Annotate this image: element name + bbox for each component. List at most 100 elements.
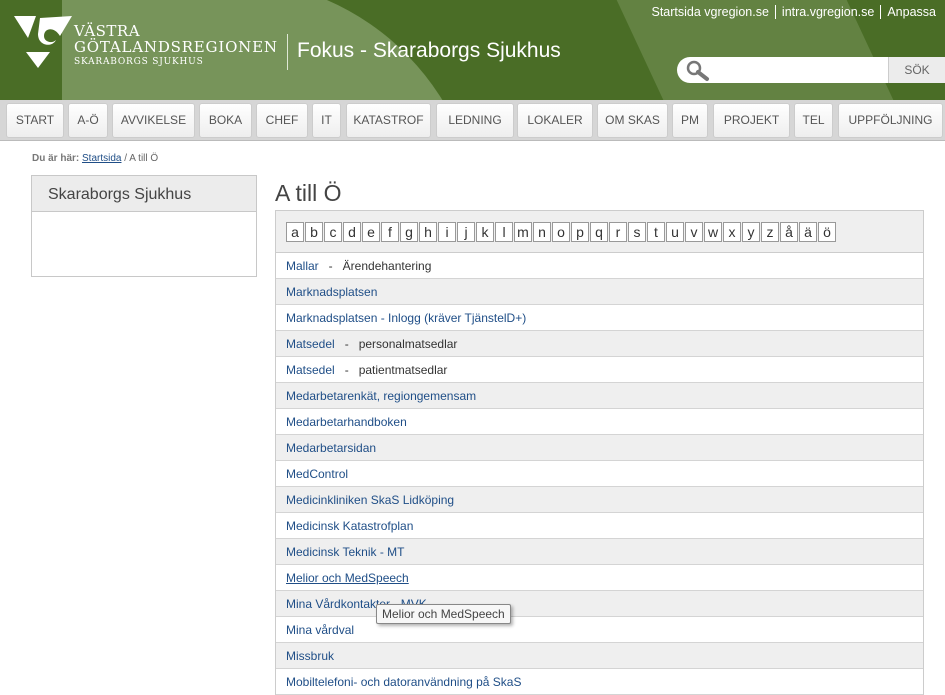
letter-c[interactable]: c <box>324 222 342 242</box>
nav-avvikelse[interactable]: AVVIKELSE <box>112 103 195 138</box>
list-item: Marknadsplatsen - Inlogg (kräver Tjänste… <box>276 305 923 331</box>
list-item: Matsedel - patientmatsedlar <box>276 357 923 383</box>
nav-tel[interactable]: TEL <box>794 103 833 138</box>
letter-r[interactable]: r <box>609 222 627 242</box>
letter-bar: abcdefghijklmnopqrstuvwxyzåäö <box>276 211 923 253</box>
list-item: Medicinsk Katastrofplan <box>276 513 923 539</box>
nav-ledning[interactable]: LEDNING <box>436 103 514 138</box>
list-item: Medarbetarhandboken <box>276 409 923 435</box>
page-title: A till Ö <box>275 180 342 206</box>
main-nav: START A-Ö AVVIKELSE BOKA CHEF IT KATASTR… <box>0 100 945 141</box>
search-button[interactable]: SÖK <box>888 57 945 83</box>
item-link[interactable]: MedControl <box>286 467 348 481</box>
letter-v[interactable]: v <box>685 222 703 242</box>
letter-j[interactable]: j <box>457 222 475 242</box>
item-link[interactable]: Medarbetarhandboken <box>286 415 407 429</box>
letter-p[interactable]: p <box>571 222 589 242</box>
list-item: Missbruk <box>276 643 923 669</box>
letter-i[interactable]: i <box>438 222 456 242</box>
breadcrumb-home-link[interactable]: Startsida <box>82 153 121 164</box>
item-link[interactable]: Mallar <box>286 259 319 273</box>
letter-m[interactable]: m <box>514 222 532 242</box>
logo-subtext: SKARABORGS SJUKHUS <box>74 57 204 67</box>
nav-uppfoljning[interactable]: UPPFÖLJNING <box>838 103 943 138</box>
link-intra-vgregion[interactable]: intra.vgregion.se <box>774 5 880 19</box>
letter-x[interactable]: x <box>723 222 741 242</box>
letter-z[interactable]: z <box>761 222 779 242</box>
search-input[interactable] <box>711 57 887 83</box>
a-to-o-index: abcdefghijklmnopqrstuvwxyzåäö Mallar - Ä… <box>275 210 924 695</box>
letter-n[interactable]: n <box>533 222 551 242</box>
letter-a[interactable]: a <box>286 222 304 242</box>
breadcrumb-current: / A till Ö <box>124 153 159 164</box>
letter-ä[interactable]: ä <box>799 222 817 242</box>
letter-u[interactable]: u <box>666 222 684 242</box>
letter-ö[interactable]: ö <box>818 222 836 242</box>
letter-l[interactable]: l <box>495 222 513 242</box>
list-item: Matsedel - personalmatsedlar <box>276 331 923 357</box>
letter-h[interactable]: h <box>419 222 437 242</box>
item-link[interactable]: Missbruk <box>286 649 334 663</box>
site-title[interactable]: Fokus - Skaraborgs Sjukhus <box>297 39 561 63</box>
list-item: MedControl <box>276 461 923 487</box>
letter-q[interactable]: q <box>590 222 608 242</box>
letter-o[interactable]: o <box>552 222 570 242</box>
letter-w[interactable]: w <box>704 222 722 242</box>
link-anpassa[interactable]: Anpassa <box>880 5 942 19</box>
letter-y[interactable]: y <box>742 222 760 242</box>
list-item: Mallar - Ärendehantering <box>276 253 923 279</box>
list-item: Medicinsk Teknik - MT <box>276 539 923 565</box>
item-description-text: Ärendehantering <box>342 259 432 273</box>
item-link[interactable]: Matsedel <box>286 337 335 351</box>
item-description: - <box>318 259 343 273</box>
item-link[interactable]: Mobiltelefoni- och datoranvändning på Sk… <box>286 675 522 689</box>
letter-e[interactable]: e <box>362 222 380 242</box>
item-description-text: personalmatsedlar <box>358 337 458 351</box>
item-link[interactable]: Melior och MedSpeech <box>286 571 409 585</box>
nav-boka[interactable]: BOKA <box>199 103 252 138</box>
nav-chef[interactable]: CHEF <box>256 103 308 138</box>
nav-lokaler[interactable]: LOKALER <box>517 103 593 138</box>
letter-s[interactable]: s <box>628 222 646 242</box>
list-item: Mina Vårdkontakter - MVK <box>276 591 923 617</box>
nav-a-o[interactable]: A-Ö <box>68 103 108 138</box>
list-item: Mobiltelefoni- och datoranvändning på Sk… <box>276 669 923 695</box>
item-link[interactable]: Medarbetarsidan <box>286 441 376 455</box>
letter-k[interactable]: k <box>476 222 494 242</box>
item-link[interactable]: Matsedel <box>286 363 335 377</box>
list-item: Marknadsplatsen <box>276 279 923 305</box>
link-startsida-vgregion[interactable]: Startsida vgregion.se <box>645 5 774 19</box>
letter-d[interactable]: d <box>343 222 361 242</box>
item-link[interactable]: Medicinsk Teknik - MT <box>286 545 404 559</box>
list-item: Mina vårdval <box>276 617 923 643</box>
item-description: - <box>334 337 359 351</box>
item-link[interactable]: Marknadsplatsen - Inlogg (kräver Tjänste… <box>286 311 526 325</box>
sidebar: Skaraborgs Sjukhus <box>31 175 257 277</box>
sidebar-title[interactable]: Skaraborgs Sjukhus <box>32 176 256 212</box>
tooltip: Melior och MedSpeech <box>376 604 511 624</box>
search-box: SÖK <box>677 57 945 83</box>
item-link[interactable]: Medicinsk Katastrofplan <box>286 519 413 533</box>
item-link[interactable]: Medarbetarenkät, regiongemensam <box>286 389 476 403</box>
search-icon <box>686 60 709 81</box>
letter-t[interactable]: t <box>647 222 665 242</box>
list-item: Medicinkliniken SkaS Lidköping <box>276 487 923 513</box>
nav-start[interactable]: START <box>6 103 64 138</box>
list-item: Melior och MedSpeech <box>276 565 923 591</box>
nav-pm[interactable]: PM <box>672 103 708 138</box>
item-link[interactable]: Medicinkliniken SkaS Lidköping <box>286 493 454 507</box>
nav-katastrof[interactable]: KATASTROF <box>346 103 431 138</box>
letter-f[interactable]: f <box>381 222 399 242</box>
nav-projekt[interactable]: PROJEKT <box>713 103 790 138</box>
letter-å[interactable]: å <box>780 222 798 242</box>
nav-it[interactable]: IT <box>312 103 341 138</box>
letter-g[interactable]: g <box>400 222 418 242</box>
item-list: Mallar - Ärendehantering Marknadsplatsen M… <box>276 253 923 695</box>
item-description-text: patientmatsedlar <box>358 363 448 377</box>
letter-b[interactable]: b <box>305 222 323 242</box>
vgr-logo-icon[interactable] <box>14 14 74 68</box>
top-links: Startsida vgregion.se intra.vgregion.se … <box>645 5 942 19</box>
nav-om-skas[interactable]: OM SKAS <box>597 103 668 138</box>
item-link[interactable]: Mina vårdval <box>286 623 354 637</box>
item-link[interactable]: Marknadsplatsen <box>286 285 377 299</box>
